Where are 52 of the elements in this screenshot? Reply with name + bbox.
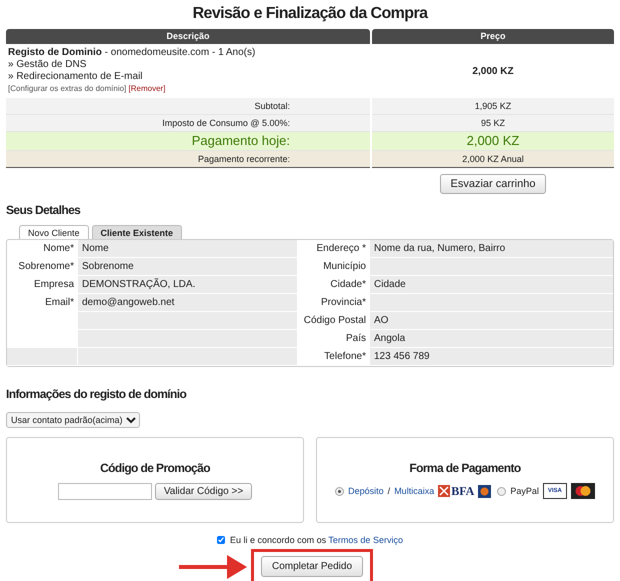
promo-code-field[interactable]: [58, 482, 152, 500]
credit-card-icon: [570, 483, 595, 499]
terms-link[interactable]: Termos de Serviço: [328, 535, 403, 545]
bank-logo: BFA: [438, 484, 474, 498]
total-label: Subtotal:: [6, 98, 370, 115]
addon-text: » Gestão de DNS: [8, 59, 88, 71]
total-label: Pagamento hoje:: [6, 132, 370, 151]
panel-heading: Código de Promoção: [100, 460, 210, 474]
input-field[interactable]: 123 456 789: [369, 348, 613, 366]
configure-link[interactable]: [Configurar os extras do domínio]: [8, 84, 126, 93]
terms-checkbox[interactable]: [217, 536, 226, 544]
payment-link[interactable]: Multicaixa: [394, 486, 434, 496]
empty-cart-button[interactable]: Esvaziar carrinho: [440, 174, 546, 194]
emblem-icon: [478, 484, 492, 498]
total-value: 2,000 KZ: [372, 132, 614, 151]
input-field[interactable]: [369, 294, 613, 312]
terms-text: Eu li e concordo com os Termos de Serviço: [230, 535, 403, 545]
input-field[interactable]: Sobrenome: [77, 258, 297, 276]
remove-link[interactable]: [Remover]: [128, 84, 166, 93]
input-field[interactable]: Angola: [369, 330, 613, 348]
total-value: 1,905 KZ: [372, 98, 614, 115]
item-description: Registo de Dominio - onomedomeusite.com - 1 Ano(s): [8, 47, 256, 59]
validate-code-button[interactable]: Validar Código >>: [154, 482, 252, 500]
section-heading: Informações do registo de domínio: [6, 386, 188, 403]
input-field[interactable]: Cidade: [369, 276, 613, 294]
total-label: Imposto de Consumo @ 5.00%:: [6, 115, 370, 132]
total-label: Pagamento recorrente:: [6, 151, 370, 168]
contact-dropdown[interactable]: Usar contato padrão(acima): [6, 412, 140, 428]
separator-text: /: [388, 486, 390, 496]
payment-label: PayPal: [510, 486, 539, 496]
panel-heading: Forma de Pagamento: [409, 461, 521, 475]
page-title: Revisão e Finalização da Compra: [192, 4, 430, 24]
input-field[interactable]: demo@angoweb.net: [77, 294, 297, 312]
arrow-icon: [178, 554, 247, 578]
complete-order-button[interactable]: Completar Pedido: [260, 556, 364, 577]
total-value: 95 KZ: [372, 115, 614, 132]
tab[interactable]: Novo Cliente: [19, 225, 89, 239]
item-price: 2,000 KZ: [472, 66, 514, 76]
tab[interactable]: Cliente Existente: [92, 225, 182, 239]
input-field[interactable]: [369, 258, 613, 276]
section-heading: Seus Detalhes: [6, 202, 82, 219]
radio-button[interactable]: [335, 486, 344, 496]
input-field[interactable]: AO: [369, 312, 613, 330]
input-field[interactable]: Nome: [77, 240, 297, 258]
column-header: Preço: [372, 29, 614, 44]
total-value: 2,000 KZ Anual: [372, 151, 614, 168]
input-field[interactable]: DEMONSTRAÇÃO, LDA.: [77, 276, 297, 294]
column-header: Descrição: [6, 29, 370, 44]
radio-button[interactable]: [497, 486, 506, 496]
addon-text: » Redirecionamento de E-mail: [8, 71, 144, 83]
payment-link[interactable]: Depósito: [348, 486, 384, 496]
input-field[interactable]: Nome da rua, Numero, Bairro: [369, 240, 613, 258]
